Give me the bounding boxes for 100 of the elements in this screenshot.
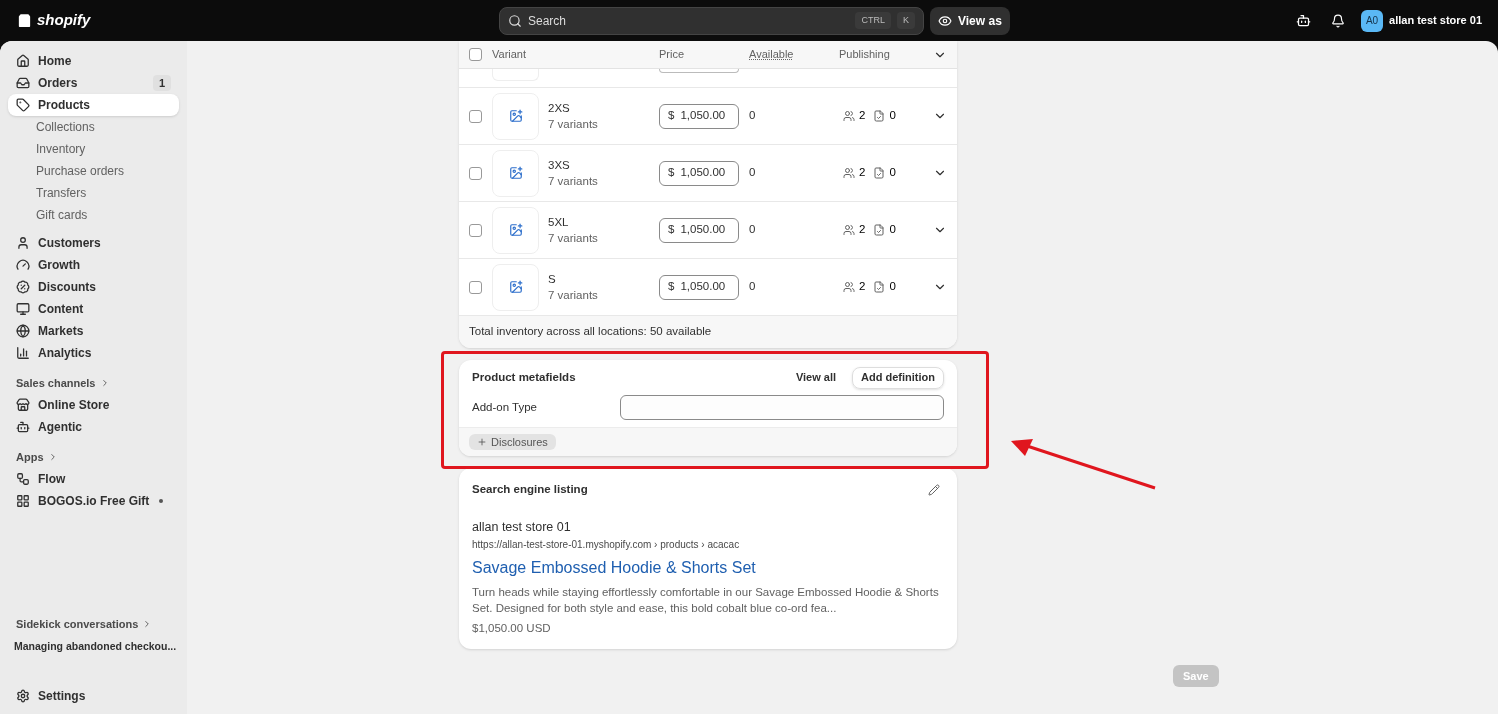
shortcut-key: K xyxy=(897,11,915,30)
page-title[interactable]: Savage Embossed Hoodie & Shorts Set xyxy=(472,556,944,580)
nav-item[interactable]: Markets xyxy=(8,320,179,342)
channels-icon xyxy=(843,110,855,122)
nav-item[interactable]: Products xyxy=(8,94,179,116)
row-checkbox[interactable] xyxy=(469,223,482,237)
channel-count: 2 xyxy=(859,108,866,124)
nav-icon xyxy=(16,494,30,508)
channel-count: 2 xyxy=(859,165,866,181)
nav-item[interactable]: Settings xyxy=(8,685,179,707)
search-icon xyxy=(508,13,522,28)
image-placeholder[interactable] xyxy=(492,149,539,197)
edit-icon[interactable] xyxy=(928,483,940,496)
nav-icon xyxy=(16,346,30,360)
nav-icon xyxy=(16,98,30,112)
nav-item[interactable]: Agentic xyxy=(8,416,179,438)
column-header: Publishing xyxy=(839,47,891,63)
nav-icon xyxy=(16,420,30,434)
nav-icon xyxy=(16,302,30,316)
nav-icon xyxy=(16,54,30,68)
price-field[interactable]: $ 1,050.00 xyxy=(659,160,739,186)
price-field[interactable]: $ 1,050.00 xyxy=(659,274,739,300)
price-field[interactable]: $ 1,050.00 xyxy=(659,217,739,243)
inventory-total: Total inventory across all locations: 50 available xyxy=(459,316,957,348)
channels-icon xyxy=(843,281,855,293)
nav-item[interactable]: Online Store xyxy=(8,394,179,416)
nav-icon xyxy=(16,258,30,272)
variant-count: 7 variants xyxy=(548,231,599,246)
channel-count: 2 xyxy=(859,222,866,238)
nav-subitem[interactable]: Gift cards xyxy=(8,204,179,226)
variant-name: 5XL xyxy=(548,215,570,230)
image-placeholder[interactable] xyxy=(492,263,539,311)
variant-name: 2XS xyxy=(548,101,571,116)
market-count: 0 xyxy=(889,108,896,124)
add-image-icon xyxy=(508,280,523,294)
logo-icon xyxy=(16,12,33,29)
row-checkbox[interactable] xyxy=(469,280,482,294)
nav-icon xyxy=(16,280,30,294)
variant-name: 3XS xyxy=(548,158,571,173)
conversation-link[interactable]: Managing abandoned checkou... xyxy=(8,635,179,657)
nav-item[interactable]: Content xyxy=(8,298,179,320)
row-checkbox[interactable] xyxy=(469,109,482,123)
eye-icon xyxy=(938,13,952,28)
meta-description: Turn heads while staying effortlessly comfortable in our Savage Embossed Hoodie & Shorts Set. Designed for both style and ease, this bold cobalt blue co-ord fea... xyxy=(472,585,940,616)
disclosures-button[interactable]: Disclosures xyxy=(469,434,556,450)
market-count: 0 xyxy=(889,165,896,181)
nav-item[interactable]: Discounts xyxy=(8,276,179,298)
nav-item[interactable]: Orders 1 xyxy=(8,72,179,94)
notification-icon[interactable] xyxy=(1331,13,1346,28)
store-avatar[interactable]: A0 xyxy=(1361,9,1384,32)
store-name[interactable]: allan test store 01 xyxy=(1389,12,1482,29)
add-image-icon xyxy=(508,223,523,237)
card-title: Search engine listing xyxy=(472,482,589,497)
section-heading[interactable]: Apps xyxy=(8,446,179,468)
markets-icon xyxy=(873,281,886,293)
image-placeholder[interactable] xyxy=(492,92,539,140)
nav-item[interactable]: Growth xyxy=(8,254,179,276)
markets-icon xyxy=(873,224,886,236)
search-field[interactable]: Search CTRL K xyxy=(499,6,924,35)
nav-subitem[interactable]: Collections xyxy=(8,116,179,138)
variant-name: S xyxy=(548,272,557,287)
nav-icon xyxy=(16,324,30,338)
section-heading[interactable]: Sidekick conversations xyxy=(8,613,179,635)
available-count: 0 xyxy=(749,165,757,181)
column-header: Variant xyxy=(492,47,528,63)
nav-icon xyxy=(16,76,30,90)
plus-icon xyxy=(477,437,487,447)
nav-icon xyxy=(16,689,30,703)
sidekick-icon[interactable] xyxy=(1296,13,1312,28)
nav-item[interactable]: Customers xyxy=(8,232,179,254)
logo-text[interactable]: shopify xyxy=(37,9,91,32)
channels-icon xyxy=(843,167,855,179)
view-as-button[interactable]: View as xyxy=(930,6,1010,35)
nav-subitem[interactable]: Transfers xyxy=(8,182,179,204)
nav-item[interactable]: Analytics xyxy=(8,342,179,364)
add-definition-button[interactable]: Add definition xyxy=(852,366,944,389)
nav-item[interactable]: Flow xyxy=(8,468,179,490)
available-count: 0 xyxy=(749,279,757,295)
variant-count: 7 variants xyxy=(548,174,599,189)
column-header: Price xyxy=(659,47,686,63)
nav-subitem[interactable]: Inventory xyxy=(8,138,179,160)
input-field[interactable] xyxy=(620,395,944,420)
nav-subitem[interactable]: Purchase orders xyxy=(8,160,179,182)
nav-item[interactable]: BOGOS.io Free Gift xyxy=(8,490,179,512)
nav-item[interactable]: Home xyxy=(8,50,179,72)
row-checkbox[interactable] xyxy=(469,166,482,180)
price-field[interactable]: $ 1,050.00 xyxy=(659,103,739,129)
view-all-link[interactable]: View all xyxy=(795,369,837,386)
add-image-icon xyxy=(508,109,523,123)
available-count: 0 xyxy=(749,108,757,124)
column-header: Available xyxy=(749,47,795,63)
channel-count: 2 xyxy=(859,279,866,295)
nav-icon xyxy=(16,398,30,412)
image-placeholder[interactable] xyxy=(492,206,539,254)
markets-icon xyxy=(873,110,886,122)
markets-icon xyxy=(873,167,886,179)
field-label: Add-on Type xyxy=(472,399,538,415)
select-all-checkbox[interactable] xyxy=(469,48,482,61)
nav-icon xyxy=(16,472,30,486)
section-heading[interactable]: Sales channels xyxy=(8,372,179,394)
